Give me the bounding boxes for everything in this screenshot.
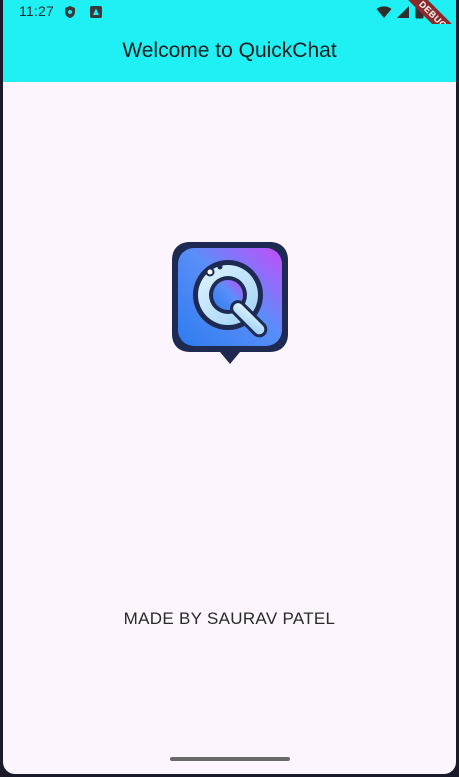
android-icon [90, 6, 102, 18]
author-credit: MADE BY SAURAV PATEL [123, 609, 336, 628]
wifi-icon [376, 6, 392, 18]
quickchat-logo-icon [172, 242, 288, 364]
app-title: Welcome to QuickChat [122, 39, 337, 62]
status-time: 11:27 [19, 3, 54, 19]
status-bar: 11:27 DEBUG [3, 0, 456, 52]
app-screen: 11:27 DEBUG Welcome to QuickChat MADE BY… [3, 0, 456, 774]
app-bar: Welcome to QuickChat [3, 24, 456, 82]
shield-icon [65, 6, 75, 18]
signal-icon [397, 6, 409, 18]
home-indicator[interactable] [170, 757, 290, 761]
